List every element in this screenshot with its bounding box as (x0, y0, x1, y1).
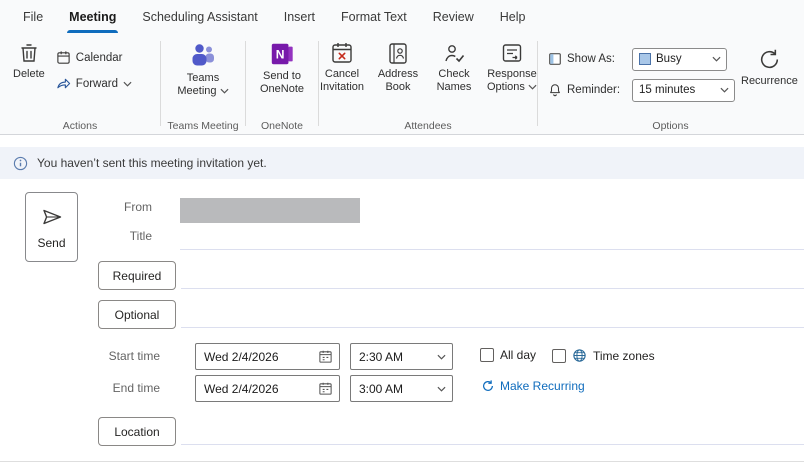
chevron-down-icon (528, 81, 537, 94)
send-to-onenote-button[interactable]: N Send to OneNote (255, 38, 309, 118)
chevron-down-icon (220, 85, 229, 98)
ribbon-group-options: Show As: Busy Reminder: 15 minutes Recur… (538, 33, 803, 134)
location-input[interactable] (181, 421, 804, 445)
globe-icon (572, 348, 587, 363)
ribbon-group-teams-meeting: Teams Meeting Teams Meeting (161, 33, 245, 134)
tab-scheduling-assistant[interactable]: Scheduling Assistant (129, 0, 270, 33)
tab-review[interactable]: Review (420, 0, 487, 33)
from-label: From (124, 200, 152, 214)
end-time-field[interactable]: 3:00 AM (350, 375, 453, 402)
all-day-checkbox[interactable]: All day (480, 348, 536, 362)
meeting-form: Send From Title Required Optional Start … (0, 179, 804, 474)
cancel-invitation-button[interactable]: Cancel Invitation (315, 38, 369, 118)
status-square-icon (548, 52, 562, 66)
date-picker-icon[interactable] (318, 349, 333, 364)
bell-icon (548, 83, 562, 97)
infobar: You haven’t sent this meeting invitation… (0, 147, 804, 179)
show-as-row: Show As: Busy (548, 47, 735, 71)
location-button[interactable]: Location (98, 417, 176, 446)
delete-button[interactable]: Delete (12, 38, 46, 118)
ribbon-group-attendees: Cancel Invitation Address Book Check Nam… (319, 33, 537, 134)
tab-format-text[interactable]: Format Text (328, 0, 420, 33)
start-time-label: Start time (108, 349, 160, 363)
actions-small-buttons: Calendar Forward (52, 50, 136, 118)
trash-icon (17, 41, 41, 65)
title-input[interactable] (180, 225, 804, 250)
checkbox-box[interactable] (480, 348, 494, 362)
required-button[interactable]: Required (98, 261, 176, 290)
circular-arrows-icon (481, 379, 495, 393)
ribbon-group-actions: Delete Calendar Forward Actions (0, 33, 160, 134)
chevron-down-icon (123, 81, 132, 87)
calendar-icon (56, 50, 71, 65)
person-check-icon (442, 41, 466, 65)
chevron-down-icon (437, 354, 446, 360)
circular-arrows-icon (757, 47, 782, 72)
ribbon: Delete Calendar Forward Actions Teams Me… (0, 33, 804, 135)
svg-text:N: N (276, 48, 285, 62)
response-options-button[interactable]: Response Options (483, 38, 541, 118)
calendar-x-icon (330, 41, 354, 65)
list-reply-icon (500, 41, 524, 65)
ribbon-tab-bar: File Meeting Scheduling Assistant Insert… (0, 0, 804, 33)
start-date-field[interactable]: Wed 2/4/2026 (195, 343, 340, 370)
recurrence-wrap: Recurrence (740, 44, 799, 118)
title-label: Title (129, 229, 152, 243)
recurrence-button[interactable]: Recurrence (740, 44, 799, 91)
reminder-row: Reminder: 15 minutes (548, 78, 735, 102)
calendar-button[interactable]: Calendar (52, 50, 127, 65)
from-field[interactable] (180, 198, 360, 223)
date-picker-icon[interactable] (318, 381, 333, 396)
time-zones-checkbox[interactable]: Time zones (552, 348, 655, 363)
body-separator (0, 461, 804, 462)
end-time-label: End time (112, 381, 160, 395)
checkbox-box[interactable] (552, 348, 566, 363)
start-time-field[interactable]: 2:30 AM (350, 343, 453, 370)
forward-arrow-icon (56, 76, 71, 91)
optional-attendees-input[interactable] (181, 304, 804, 328)
info-circle-icon (13, 156, 28, 171)
tab-help[interactable]: Help (487, 0, 539, 33)
check-names-button[interactable]: Check Names (427, 38, 481, 118)
address-book-icon (386, 41, 410, 65)
required-attendees-input[interactable] (181, 265, 804, 289)
options-rows: Show As: Busy Reminder: 15 minutes (548, 47, 735, 118)
busy-status-swatch (639, 53, 651, 65)
infobar-message: You haven’t sent this meeting invitation… (37, 156, 267, 170)
forward-button[interactable]: Forward (52, 76, 136, 91)
teams-meeting-button[interactable]: Teams Meeting (173, 38, 233, 118)
end-date-field[interactable]: Wed 2/4/2026 (195, 375, 340, 402)
chevron-down-icon (712, 56, 721, 62)
optional-button[interactable]: Optional (98, 300, 176, 329)
show-as-dropdown[interactable]: Busy (632, 47, 727, 71)
tab-insert[interactable]: Insert (271, 0, 328, 33)
tab-meeting[interactable]: Meeting (56, 0, 129, 33)
teams-people-icon (189, 41, 217, 69)
reminder-dropdown[interactable]: 15 minutes (632, 78, 735, 102)
tab-file[interactable]: File (10, 0, 56, 33)
chevron-down-icon (720, 87, 729, 93)
ribbon-group-onenote: N Send to OneNote OneNote (246, 33, 318, 134)
make-recurring-link[interactable]: Make Recurring (481, 379, 585, 393)
address-book-button[interactable]: Address Book (371, 38, 425, 118)
outlook-meeting-window: File Meeting Scheduling Assistant Insert… (0, 0, 804, 474)
onenote-n-icon: N (269, 41, 295, 67)
chevron-down-icon (437, 386, 446, 392)
